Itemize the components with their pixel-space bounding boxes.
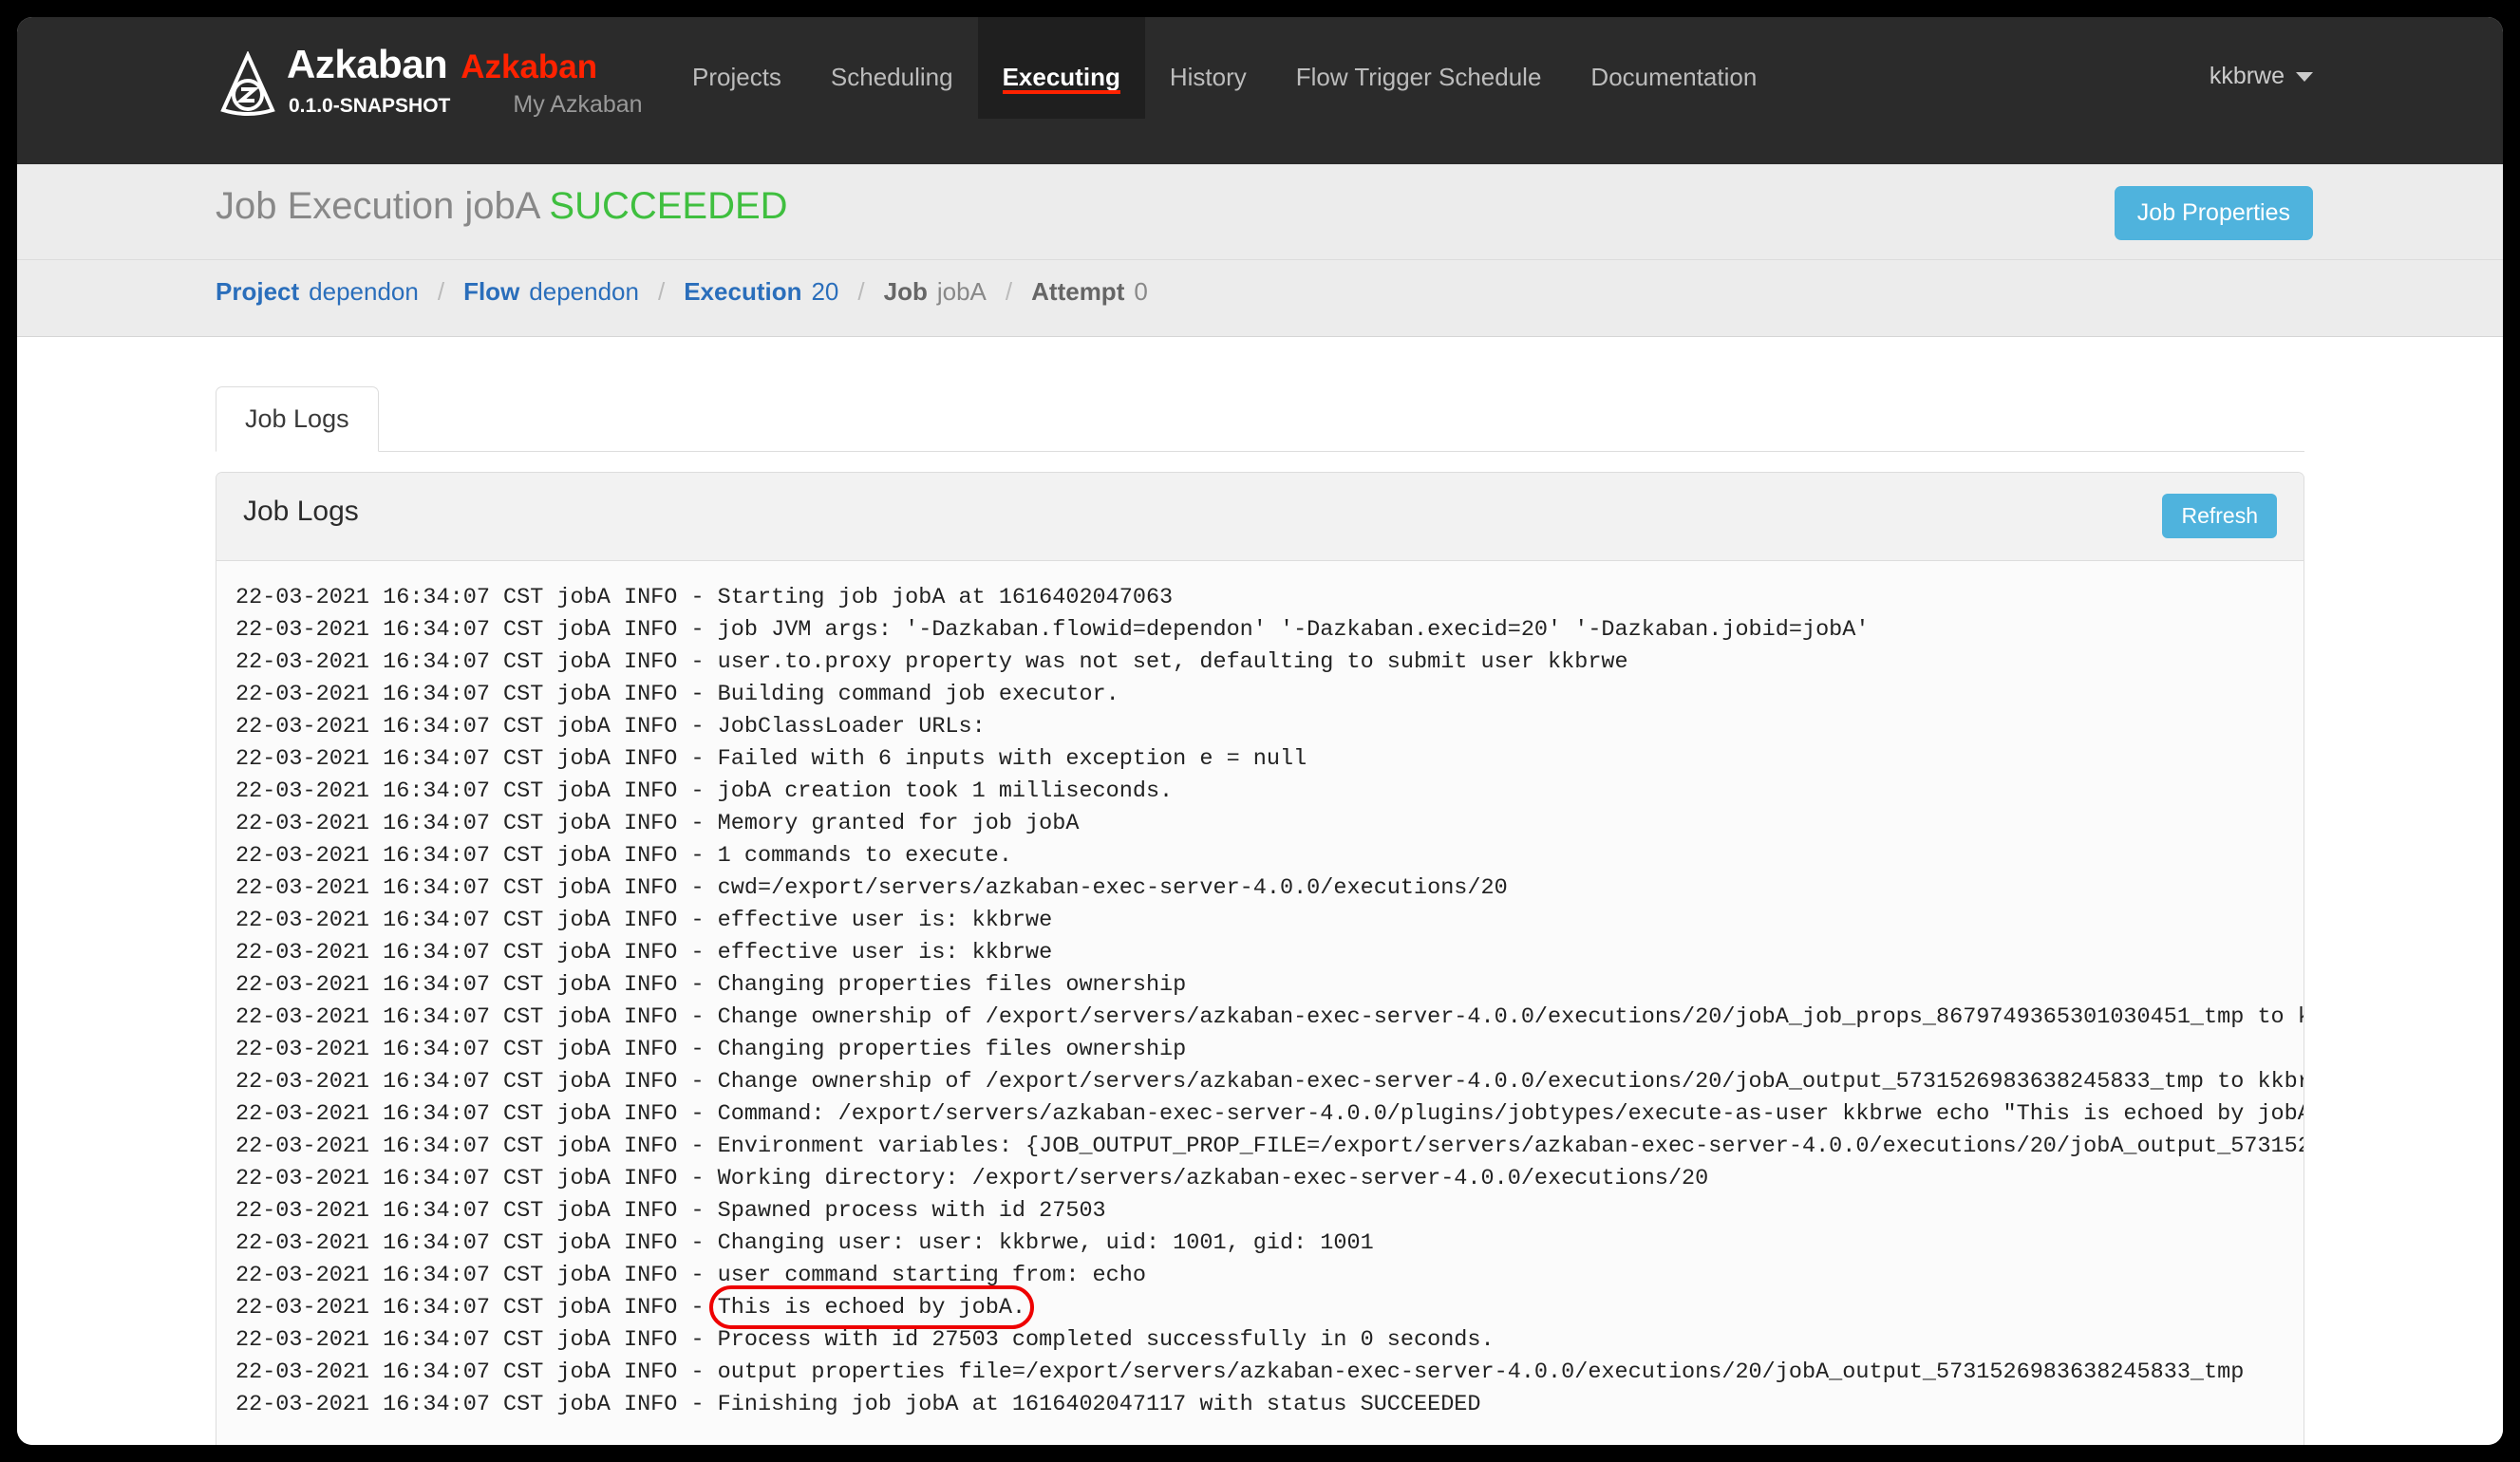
log-line: 22-03-2021 16:34:07 CST jobA INFO - Fail… bbox=[235, 746, 1307, 772]
log-line: 22-03-2021 16:34:07 CST jobA INFO - Spaw… bbox=[235, 1198, 1106, 1224]
job-logs-panel: Job Logs Refresh 22-03-2021 16:34:07 CST… bbox=[216, 472, 2304, 1445]
breadcrumb-item-attempt: Attempt 0 bbox=[1031, 277, 1148, 307]
browser-window-frame: Azkaban Azkaban 0.1.0-SNAPSHOT My Azkaba… bbox=[17, 17, 2503, 1445]
log-line: 22-03-2021 16:34:07 CST jobA INFO - cwd=… bbox=[235, 875, 1508, 901]
breadcrumb-key: Execution bbox=[684, 277, 802, 306]
log-line: 22-03-2021 16:34:07 CST jobA INFO - user… bbox=[235, 1263, 1146, 1288]
brand-block[interactable]: Azkaban Azkaban 0.1.0-SNAPSHOT My Azkaba… bbox=[218, 42, 643, 119]
log-line: 22-03-2021 16:34:07 CST jobA INFO - This… bbox=[235, 1285, 2304, 1329]
log-line: 22-03-2021 16:34:07 CST jobA INFO - Envi… bbox=[235, 1134, 2304, 1159]
page-header-band: Job Execution jobA SUCCEEDED Job Propert… bbox=[17, 164, 2503, 260]
log-line-prefix: 22-03-2021 16:34:07 CST jobA INFO - bbox=[235, 1295, 718, 1321]
breadcrumb-key: Project bbox=[216, 277, 300, 306]
log-line: 22-03-2021 16:34:07 CST jobA INFO - Work… bbox=[235, 1166, 1709, 1191]
log-line: 22-03-2021 16:34:07 CST jobA INFO - Fini… bbox=[235, 1392, 1481, 1417]
log-line: 22-03-2021 16:34:07 CST jobA INFO - user… bbox=[235, 649, 1628, 675]
nav-item-executing[interactable]: Executing bbox=[977, 17, 1145, 119]
job-logs-output[interactable]: 22-03-2021 16:34:07 CST jobA INFO - Star… bbox=[216, 561, 2304, 1445]
main-content: Job Logs Job Logs Refresh 22-03-2021 16:… bbox=[17, 337, 2503, 1445]
nav-links: Projects Scheduling Executing History Fl… bbox=[668, 17, 1781, 164]
log-line: 22-03-2021 16:34:07 CST jobA INFO - Buil… bbox=[235, 682, 1119, 707]
log-line: 22-03-2021 16:34:07 CST jobA INFO - outp… bbox=[235, 1359, 2245, 1385]
breadcrumb-separator: / bbox=[437, 277, 445, 306]
breadcrumb-value: 0 bbox=[1134, 277, 1148, 306]
log-line: 22-03-2021 16:34:07 CST jobA INFO - effe… bbox=[235, 908, 1053, 933]
breadcrumb-item-project[interactable]: Project dependon bbox=[216, 277, 419, 307]
brand-alt-name: Azkaban bbox=[461, 48, 598, 85]
log-line: 22-03-2021 16:34:07 CST jobA INFO - Chan… bbox=[235, 1037, 1187, 1062]
job-logs-panel-title: Job Logs bbox=[243, 496, 359, 527]
breadcrumb-key: Flow bbox=[463, 277, 520, 306]
brand-version: 0.1.0-SNAPSHOT bbox=[289, 95, 451, 117]
breadcrumb-value: dependon bbox=[309, 277, 419, 306]
top-navigation-bar: Azkaban Azkaban 0.1.0-SNAPSHOT My Azkaba… bbox=[17, 17, 2503, 164]
log-line: 22-03-2021 16:34:07 CST jobA INFO - jobA… bbox=[235, 778, 1174, 804]
status-badge: SUCCEEDED bbox=[549, 185, 788, 227]
breadcrumb-item-job: Job jobA bbox=[884, 277, 987, 307]
breadcrumb-key: Job bbox=[883, 277, 928, 306]
refresh-button[interactable]: Refresh bbox=[2162, 494, 2277, 538]
log-line: 22-03-2021 16:34:07 CST jobA INFO - Comm… bbox=[235, 1101, 2304, 1127]
nav-item-history[interactable]: History bbox=[1145, 17, 1271, 119]
breadcrumb-key: Attempt bbox=[1031, 277, 1125, 306]
nav-item-projects[interactable]: Projects bbox=[668, 17, 806, 119]
user-menu[interactable]: kkbrwe bbox=[2210, 63, 2313, 90]
breadcrumb-band: Project dependon / Flow dependon / Execu… bbox=[17, 260, 2503, 337]
job-properties-button[interactable]: Job Properties bbox=[2114, 186, 2313, 240]
log-line: 22-03-2021 16:34:07 CST jobA INFO - Chan… bbox=[235, 972, 1187, 998]
page-title-prefix: Job Execution bbox=[216, 185, 455, 227]
log-line: 22-03-2021 16:34:07 CST jobA INFO - Star… bbox=[235, 585, 1174, 610]
breadcrumb-separator: / bbox=[1005, 277, 1013, 306]
breadcrumb-item-execution[interactable]: Execution 20 bbox=[684, 277, 838, 307]
page-title-job-name: jobA bbox=[464, 185, 539, 227]
highlighted-log-text: This is echoed by jobA. bbox=[708, 1285, 1035, 1329]
tab-job-logs[interactable]: Job Logs bbox=[216, 386, 379, 452]
breadcrumb-separator: / bbox=[657, 277, 666, 306]
brand-name: Azkaban bbox=[287, 42, 448, 86]
log-line: 22-03-2021 16:34:07 CST jobA INFO - Chan… bbox=[235, 1004, 2304, 1030]
user-menu-label: kkbrwe bbox=[2209, 63, 2285, 89]
azkaban-logo-icon bbox=[220, 51, 275, 116]
breadcrumb-separator: / bbox=[857, 277, 865, 306]
log-line: 22-03-2021 16:34:07 CST jobA INFO - Chan… bbox=[235, 1230, 1374, 1256]
log-line: 22-03-2021 16:34:07 CST jobA INFO - Memo… bbox=[235, 811, 1080, 836]
nav-item-documentation[interactable]: Documentation bbox=[1566, 17, 1781, 119]
page-title: Job Execution jobA SUCCEEDED bbox=[216, 185, 788, 228]
job-logs-panel-header: Job Logs Refresh bbox=[216, 473, 2304, 561]
log-line: 22-03-2021 16:34:07 CST jobA INFO - Chan… bbox=[235, 1069, 2304, 1095]
log-line: 22-03-2021 16:34:07 CST jobA INFO - 1 co… bbox=[235, 843, 1012, 869]
nav-item-scheduling[interactable]: Scheduling bbox=[806, 17, 978, 119]
brand-subtitle: My Azkaban bbox=[513, 91, 643, 118]
breadcrumb-value: jobA bbox=[936, 277, 987, 306]
log-line: 22-03-2021 16:34:07 CST jobA INFO - Proc… bbox=[235, 1327, 1495, 1353]
breadcrumb-value: dependon bbox=[529, 277, 639, 306]
breadcrumb: Project dependon / Flow dependon / Execu… bbox=[216, 277, 1148, 307]
tab-bar: Job Logs bbox=[216, 380, 2304, 452]
log-line: 22-03-2021 16:34:07 CST jobA INFO - effe… bbox=[235, 940, 1053, 965]
breadcrumb-item-flow[interactable]: Flow dependon bbox=[463, 277, 639, 307]
caret-down-icon bbox=[2296, 71, 2313, 82]
log-line: 22-03-2021 16:34:07 CST jobA INFO - job … bbox=[235, 617, 1870, 643]
log-line: 22-03-2021 16:34:07 CST jobA INFO - JobC… bbox=[235, 714, 986, 740]
breadcrumb-value: 20 bbox=[811, 277, 839, 306]
nav-item-flow-trigger-schedule[interactable]: Flow Trigger Schedule bbox=[1271, 17, 1567, 119]
